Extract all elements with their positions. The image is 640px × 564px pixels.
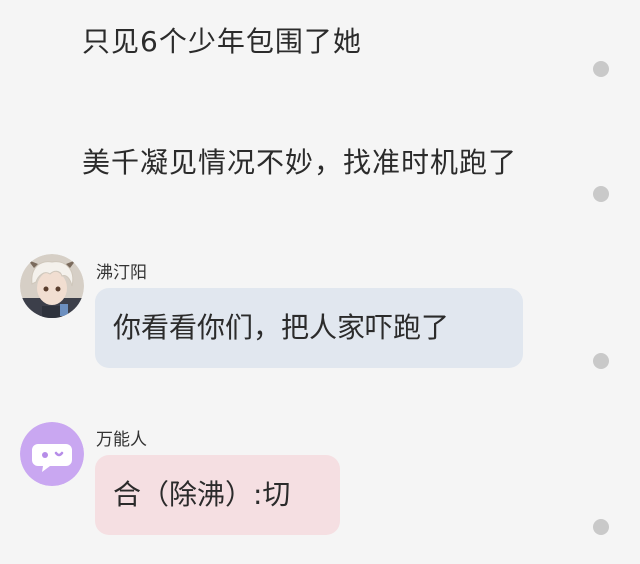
avatar-wannengren[interactable] bbox=[20, 422, 84, 486]
message-text: 合（除沸）:切 bbox=[113, 478, 291, 511]
narration-text-1: 只见6个少年包围了她 bbox=[82, 25, 362, 58]
avatar-fluffy-white-hair-character bbox=[20, 254, 84, 318]
speaker-name: 万能人 bbox=[96, 430, 147, 450]
narration-text-2: 美千凝见情况不妙，找准时机跑了 bbox=[82, 146, 518, 179]
message-bubble[interactable]: 合（除沸）:切 bbox=[95, 455, 340, 535]
speaker-name: 沸汀阳 bbox=[96, 263, 147, 283]
more-options-dot[interactable] bbox=[593, 61, 609, 77]
more-options-dot[interactable] bbox=[593, 186, 609, 202]
more-options-dot[interactable] bbox=[593, 353, 609, 369]
more-options-dot[interactable] bbox=[593, 519, 609, 535]
chat-bubble-icon bbox=[20, 422, 84, 486]
message-text: 你看看你们，把人家吓跑了 bbox=[113, 311, 450, 344]
avatar-futingyang[interactable] bbox=[20, 254, 84, 318]
message-bubble[interactable]: 你看看你们，把人家吓跑了 bbox=[95, 288, 523, 368]
